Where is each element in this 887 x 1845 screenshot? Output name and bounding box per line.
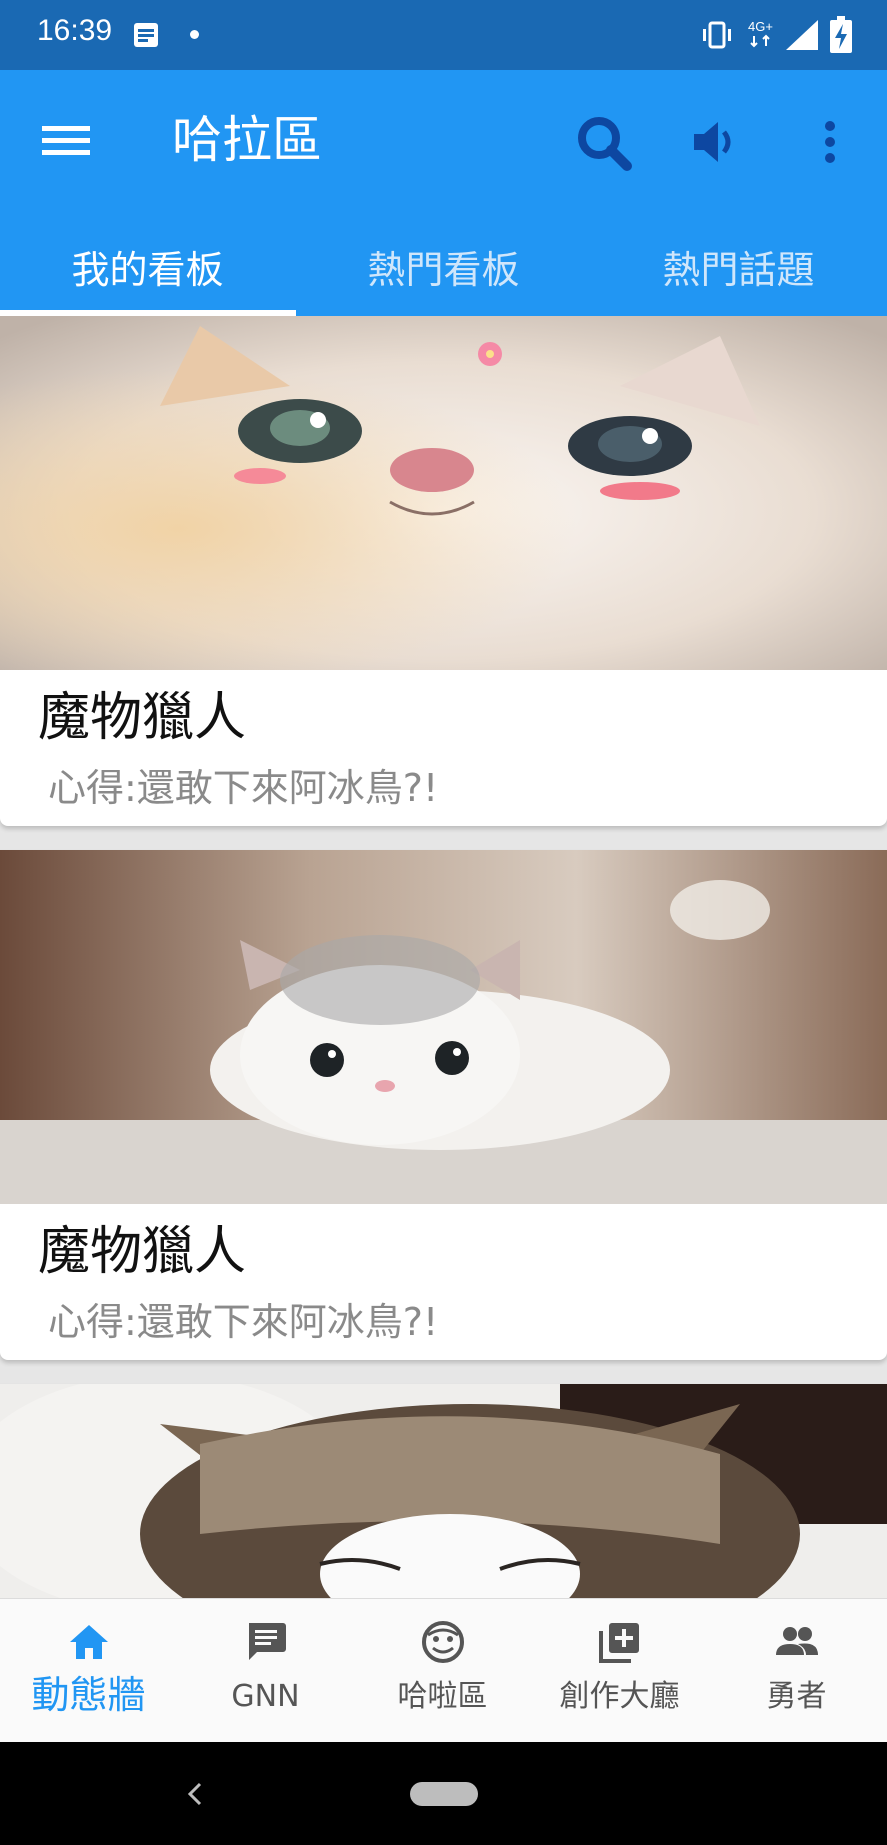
nav-label: 創作大廳 — [559, 1679, 680, 1714]
add-box-icon — [599, 1623, 639, 1663]
cat-closeup-photo[interactable] — [0, 316, 887, 670]
white-kitten-photo[interactable] — [0, 850, 887, 1204]
nav-item-creation-hall[interactable]: 創作大廳 — [531, 1599, 708, 1743]
status-time: 16:39 — [37, 14, 113, 47]
app-screen: 16:39 4G+ 哈拉區 我的看板 熱門看板 熱門話題 魔物獵人 心得:還敢下… — [0, 0, 887, 1845]
network-type-icon: 4G+ — [748, 19, 773, 48]
nav-item-forum[interactable]: 哈啦區 — [354, 1599, 531, 1743]
card-subtitle: 心得:還敢下來阿冰鳥?! — [48, 1300, 439, 1344]
app-bar: 哈拉區 我的看板 熱門看板 熱門話題 — [0, 70, 887, 316]
tab-hot-boards[interactable]: 熱門看板 — [296, 224, 591, 316]
tab-my-boards[interactable]: 我的看板 — [0, 224, 295, 316]
nav-label: GNN — [231, 1679, 300, 1714]
menu-icon[interactable] — [30, 110, 102, 170]
tab-hot-topics[interactable]: 熱門話題 — [591, 224, 886, 316]
back-icon[interactable] — [180, 1776, 210, 1812]
volume-icon[interactable] — [680, 106, 752, 178]
battery-charging-icon — [830, 16, 852, 53]
feed-card[interactable]: 魔物獵人 心得:還敢下來阿冰鳥?! — [0, 850, 887, 1360]
status-bar: 16:39 4G+ — [0, 0, 887, 70]
message-icon — [249, 1623, 286, 1660]
sleeping-tabby-cat-photo[interactable] — [0, 1384, 887, 1598]
home-pill-button[interactable] — [410, 1782, 478, 1806]
network-type-label: 4G+ — [748, 19, 773, 34]
face-icon — [422, 1621, 464, 1663]
nav-label: 動態牆 — [31, 1673, 146, 1717]
notes-notification-icon — [134, 23, 158, 47]
feed-card[interactable] — [0, 1384, 887, 1598]
nav-label: 哈啦區 — [397, 1679, 488, 1714]
search-icon[interactable] — [565, 106, 645, 178]
page-title: 哈拉區 — [172, 111, 322, 169]
more-vert-icon[interactable] — [800, 106, 860, 178]
feed-list[interactable]: 魔物獵人 心得:還敢下來阿冰鳥?! 魔物獵人 心得:還敢下來阿冰鳥?! — [0, 316, 887, 1598]
nav-item-activity-wall[interactable]: 動態牆 — [0, 1599, 177, 1743]
home-icon — [70, 1625, 108, 1659]
vibrate-icon — [703, 21, 731, 49]
nav-item-brave[interactable]: 勇者 — [708, 1599, 885, 1743]
feed-card[interactable]: 魔物獵人 心得:還敢下來阿冰鳥?! — [0, 316, 887, 826]
card-subtitle: 心得:還敢下來阿冰鳥?! — [48, 766, 439, 810]
nav-label: 勇者 — [766, 1679, 827, 1714]
people-icon — [776, 1627, 818, 1655]
signal-icon — [786, 20, 818, 50]
notification-dot-icon — [190, 30, 199, 39]
card-title: 魔物獵人 — [38, 1222, 247, 1282]
card-title: 魔物獵人 — [38, 688, 247, 748]
nav-item-gnn[interactable]: GNN — [177, 1599, 354, 1743]
bottom-navigation: 動態牆 GNN 哈啦區 創作大廳 勇者 — [0, 1598, 887, 1742]
system-navigation-bar — [0, 1742, 887, 1845]
